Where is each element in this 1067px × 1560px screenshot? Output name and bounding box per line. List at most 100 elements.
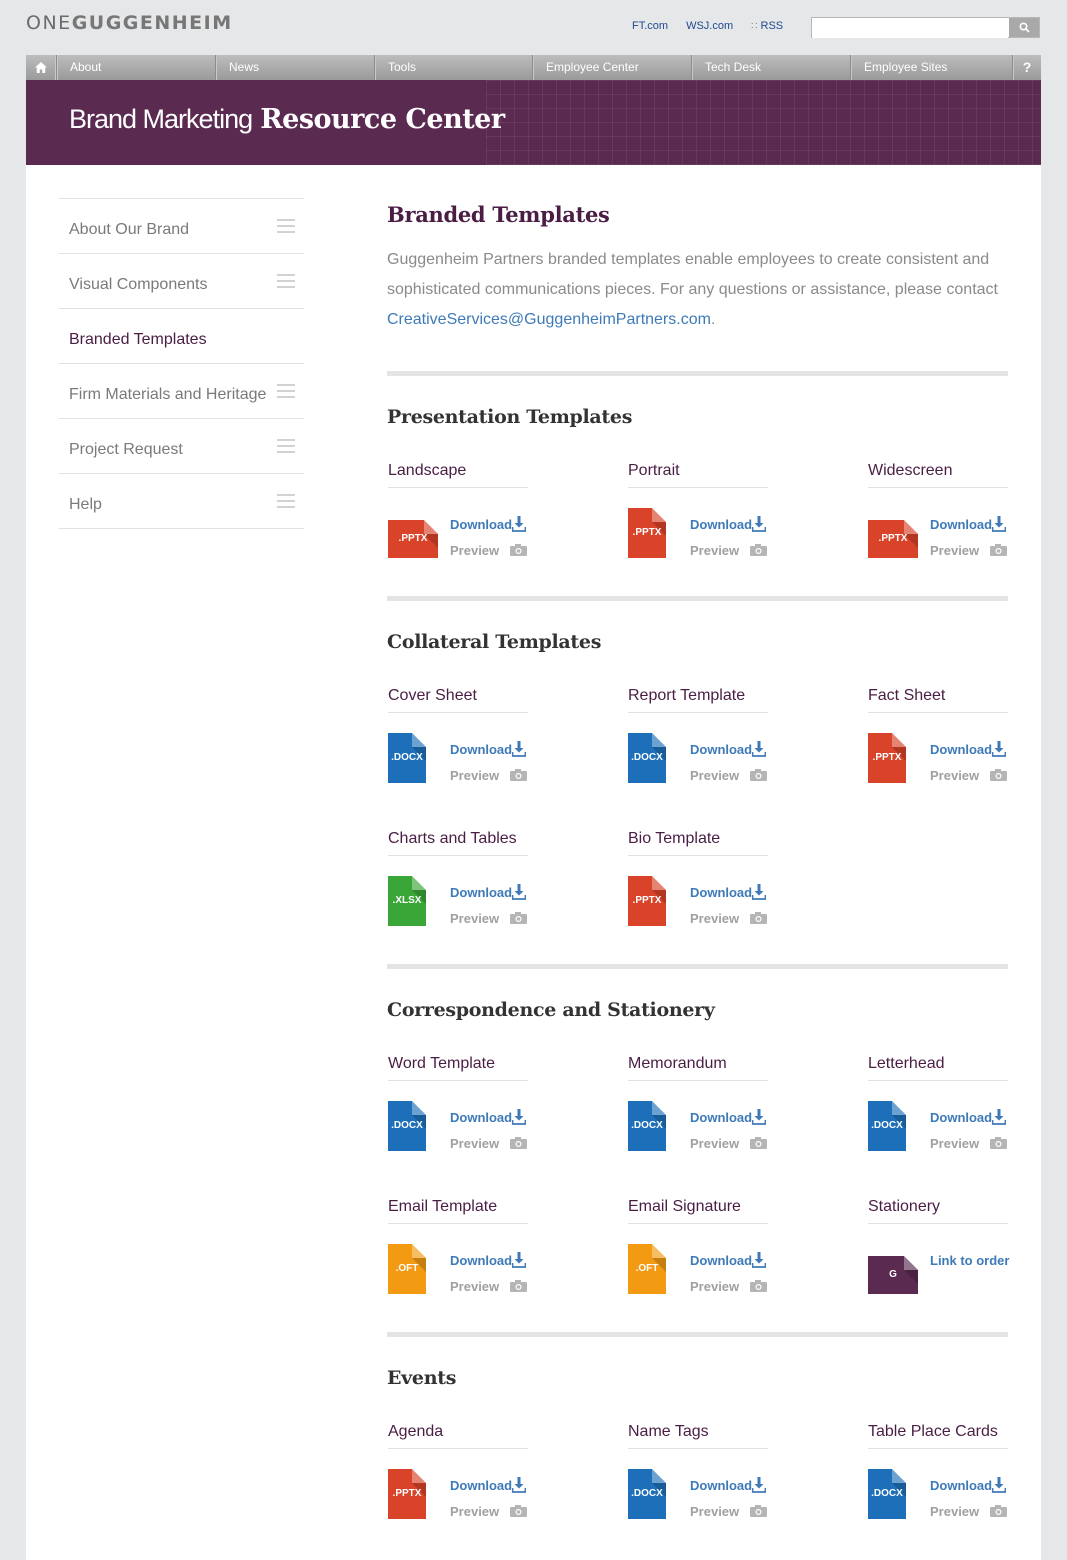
preview-link[interactable]: Preview	[930, 543, 979, 558]
preview-link[interactable]: Preview	[690, 911, 739, 926]
preview-link[interactable]: Preview	[930, 1136, 979, 1151]
nav-tools[interactable]: Tools	[374, 55, 532, 80]
download-icon[interactable]	[751, 1252, 767, 1268]
camera-icon[interactable]	[750, 768, 767, 781]
preview-link[interactable]: Preview	[930, 768, 979, 783]
sidebar-item-help[interactable]: Help	[59, 474, 304, 529]
template-card-bio-template: Bio Template .PPTX Download Preview	[627, 830, 768, 930]
download-link[interactable]: Download	[690, 1478, 752, 1493]
template-card-charts-and-tables: Charts and Tables .XLSX Download Preview	[387, 830, 528, 930]
download-icon[interactable]	[751, 1109, 767, 1125]
sidebar-item-project-request[interactable]: Project Request	[59, 419, 304, 474]
camera-icon[interactable]	[510, 768, 527, 781]
download-link[interactable]: Download	[930, 1110, 992, 1125]
ft-link[interactable]: FT.com	[632, 20, 668, 32]
help-button[interactable]: ?	[1012, 55, 1041, 80]
preview-link[interactable]: Preview	[690, 1136, 739, 1151]
camera-icon[interactable]	[750, 543, 767, 556]
camera-icon[interactable]	[750, 1504, 767, 1517]
download-icon[interactable]	[511, 1252, 527, 1268]
sidebar-item-firm-materials[interactable]: Firm Materials and Heritage	[59, 364, 304, 419]
camera-icon[interactable]	[510, 911, 527, 924]
file-extension-label: .DOCX	[391, 1120, 423, 1131]
camera-icon[interactable]	[750, 911, 767, 924]
wsj-link[interactable]: WSJ.com	[686, 20, 733, 32]
sidebar-item-about-our-brand[interactable]: About Our Brand	[59, 199, 304, 254]
nav-about[interactable]: About	[56, 55, 215, 80]
camera-icon[interactable]	[750, 1136, 767, 1149]
camera-icon[interactable]	[510, 1279, 527, 1292]
download-link[interactable]: Download	[450, 1478, 512, 1493]
camera-icon[interactable]	[990, 1136, 1007, 1149]
camera-icon[interactable]	[990, 1504, 1007, 1517]
camera-icon[interactable]	[510, 543, 527, 556]
download-link[interactable]: Download	[690, 885, 752, 900]
download-icon[interactable]	[751, 516, 767, 532]
download-icon[interactable]	[511, 516, 527, 532]
download-link[interactable]: Download	[450, 1110, 512, 1125]
camera-icon[interactable]	[750, 1279, 767, 1292]
logo-bold-text: GUGGENHEIM	[71, 12, 233, 34]
nav-employee-center[interactable]: Employee Center	[532, 55, 691, 80]
download-icon[interactable]	[511, 884, 527, 900]
menu-icon[interactable]	[277, 494, 295, 508]
creative-services-email-link[interactable]: CreativeServices@GuggenheimPartners.com	[387, 311, 711, 328]
preview-link[interactable]: Preview	[690, 543, 739, 558]
download-icon[interactable]	[991, 516, 1007, 532]
preview-link[interactable]: Preview	[690, 1279, 739, 1294]
download-icon[interactable]	[751, 741, 767, 757]
preview-link[interactable]: Preview	[930, 1504, 979, 1519]
download-icon[interactable]	[991, 1109, 1007, 1125]
link-to-order[interactable]: Link to order	[930, 1253, 1009, 1268]
preview-link[interactable]: Preview	[450, 1504, 499, 1519]
template-card-stationery: Stationery G Link to order	[867, 1198, 1009, 1298]
menu-icon[interactable]	[277, 219, 295, 233]
camera-icon[interactable]	[510, 1504, 527, 1517]
preview-link[interactable]: Preview	[450, 768, 499, 783]
menu-icon[interactable]	[277, 439, 295, 453]
template-card-cover-sheet: Cover Sheet .DOCX Download Preview	[387, 687, 528, 787]
menu-icon[interactable]	[277, 384, 295, 398]
sidebar-item-visual-components[interactable]: Visual Components	[59, 254, 304, 309]
preview-link[interactable]: Preview	[450, 911, 499, 926]
download-link[interactable]: Download	[690, 517, 752, 532]
preview-link[interactable]: Preview	[450, 1136, 499, 1151]
download-link[interactable]: Download	[690, 1110, 752, 1125]
sidebar-item-branded-templates[interactable]: Branded Templates	[59, 309, 304, 364]
camera-icon[interactable]	[990, 768, 1007, 781]
camera-icon[interactable]	[990, 543, 1007, 556]
rss-link[interactable]: ∷ RSS	[751, 20, 783, 32]
guggenheim-logo[interactable]: ONEGUGGENHEIM	[26, 12, 233, 34]
download-link[interactable]: Download	[450, 885, 512, 900]
template-title: Email Template	[388, 1198, 528, 1224]
nav-tech-desk[interactable]: Tech Desk	[691, 55, 850, 80]
download-link[interactable]: Download	[690, 742, 752, 757]
download-icon[interactable]	[751, 884, 767, 900]
preview-link[interactable]: Preview	[450, 543, 499, 558]
download-icon[interactable]	[511, 741, 527, 757]
download-icon[interactable]	[511, 1477, 527, 1493]
camera-icon[interactable]	[510, 1136, 527, 1149]
download-icon[interactable]	[751, 1477, 767, 1493]
download-icon[interactable]	[511, 1109, 527, 1125]
download-icon[interactable]	[991, 741, 1007, 757]
download-icon[interactable]	[991, 1477, 1007, 1493]
download-link[interactable]: Download	[930, 742, 992, 757]
download-link[interactable]: Download	[690, 1253, 752, 1268]
download-link[interactable]: Download	[930, 517, 992, 532]
nav-employee-sites[interactable]: Employee Sites	[850, 55, 1012, 80]
search-input[interactable]	[812, 18, 1008, 38]
template-card-letterhead: Letterhead .DOCX Download Preview	[867, 1055, 1008, 1155]
download-link[interactable]: Download	[450, 517, 512, 532]
preview-link[interactable]: Preview	[450, 1279, 499, 1294]
download-link[interactable]: Download	[450, 1253, 512, 1268]
menu-icon[interactable]	[277, 274, 295, 288]
home-button[interactable]	[26, 55, 56, 80]
preview-link[interactable]: Preview	[690, 1504, 739, 1519]
download-link[interactable]: Download	[930, 1478, 992, 1493]
search-button[interactable]	[1009, 18, 1039, 37]
file-extension-label: .PPTX	[392, 1488, 422, 1499]
nav-news[interactable]: News	[215, 55, 374, 80]
download-link[interactable]: Download	[450, 742, 512, 757]
preview-link[interactable]: Preview	[690, 768, 739, 783]
